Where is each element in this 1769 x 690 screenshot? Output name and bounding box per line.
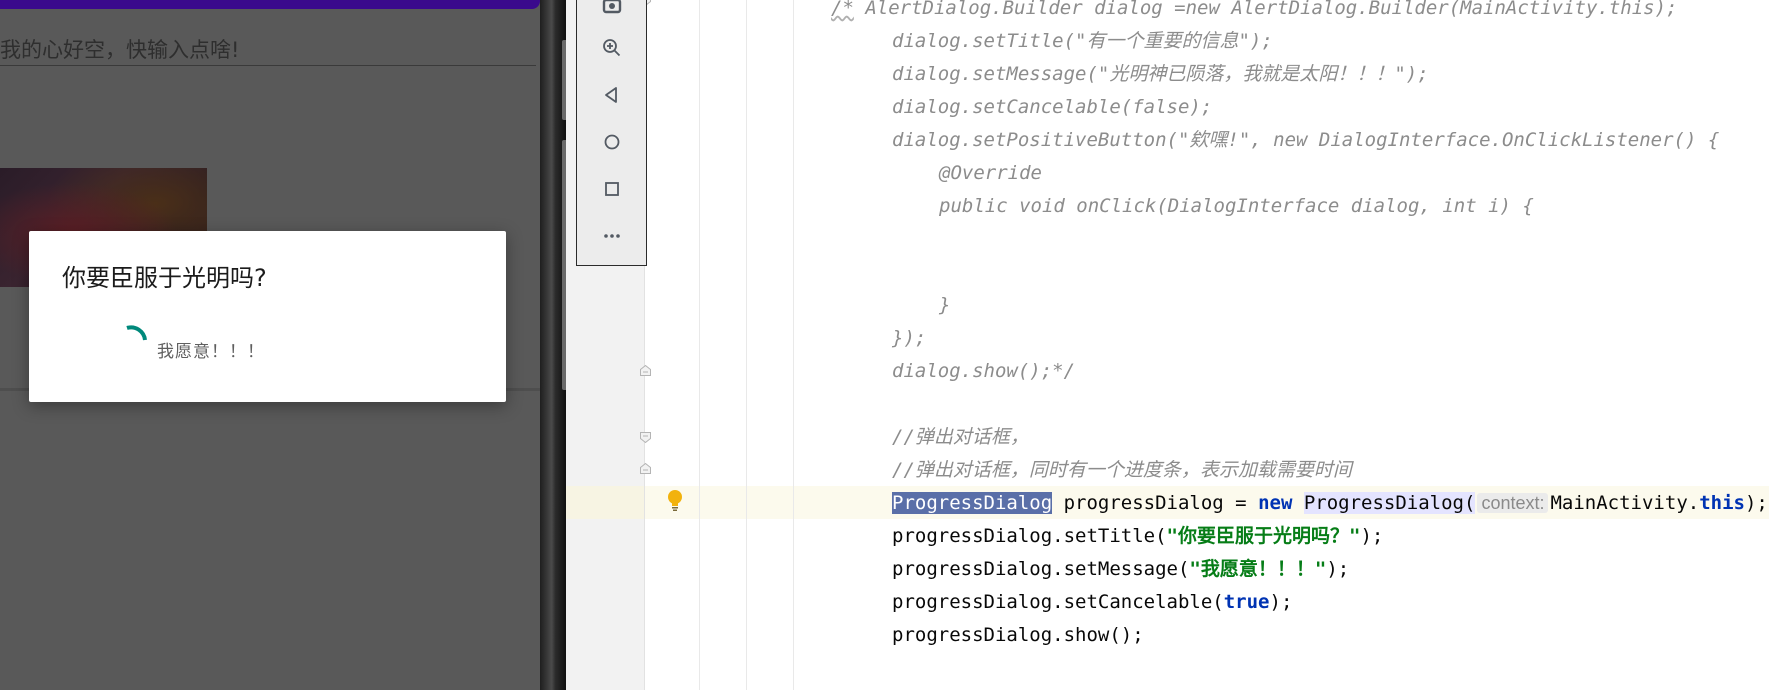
code-token: true <box>1223 591 1270 613</box>
fold-marker-icon[interactable] <box>639 364 652 377</box>
code-token: this <box>1699 492 1745 514</box>
overview-button[interactable] <box>577 169 646 209</box>
code-token: progressDialog.setCancelable( <box>892 591 1224 613</box>
more-button[interactable] <box>577 216 646 256</box>
code-line[interactable]: dialog.setCancelable(false); <box>892 91 1212 124</box>
code-token: ); <box>1360 525 1384 547</box>
code-line[interactable]: //弹出对话框，同时有一个进度条，表示加载需要时间 <box>892 454 1352 487</box>
code-line[interactable]: @Override <box>939 157 1042 190</box>
emulator-screen: 我的心好空，快输入点啥! 你要臣服于光明吗? 我愿意！！！ <box>0 0 540 690</box>
code-token: }); <box>892 327 927 349</box>
code-token: //弹出对话框， <box>892 426 1029 448</box>
code-line[interactable]: } <box>939 289 950 322</box>
fold-marker-icon[interactable] <box>639 431 652 444</box>
progress-dialog: 你要臣服于光明吗? 我愿意！！！ <box>29 231 506 402</box>
code-token: ); <box>1326 558 1350 580</box>
dialog-message: 我愿意！！！ <box>157 342 265 362</box>
indent-guide <box>746 0 747 690</box>
app-bar <box>0 0 540 9</box>
code-line[interactable]: progressDialog.show(); <box>892 619 1144 652</box>
code-token: dialog.show();*/ <box>892 360 1076 382</box>
code-line[interactable]: }); <box>892 322 926 355</box>
back-icon <box>604 87 617 103</box>
code-token: public void onClick(DialogInterface dial… <box>939 195 1534 217</box>
code-token: ); <box>1269 591 1293 613</box>
code-token: AlertDialog.Builder dialog =new AlertDia… <box>853 0 1678 19</box>
code-line[interactable]: dialog.setMessage("光明神已陨落，我就是太阳！！！"); <box>892 58 1429 91</box>
code-token: progressDialog.setMessage( <box>892 558 1190 580</box>
code-token: dialog.setTitle("有一个重要的信息"); <box>892 30 1273 52</box>
code-token: /* <box>831 0 854 19</box>
code-token: progressDialog = <box>1052 492 1259 514</box>
code-token: MainActivity. <box>1550 492 1700 514</box>
more-icon <box>603 234 620 238</box>
code-line[interactable]: dialog.setTitle("有一个重要的信息"); <box>892 25 1273 58</box>
code-token: dialog.setMessage("光明神已陨落，我就是太阳！！！"); <box>892 63 1429 85</box>
code-line[interactable]: dialog.setPositiveButton("欸嘿!", new Dial… <box>892 124 1719 157</box>
code-token: context: <box>1477 493 1549 513</box>
zoom-button[interactable] <box>577 28 646 68</box>
code-token: dialog.setCancelable(false); <box>892 96 1213 118</box>
indent-guide <box>699 0 700 690</box>
code-token: "你要臣服于光明吗？" <box>1166 525 1361 547</box>
home-button[interactable] <box>577 122 646 162</box>
code-line[interactable]: ProgressDialog progressDialog = new Prog… <box>892 487 1768 520</box>
edit-text-field[interactable]: 我的心好空，快输入点啥! <box>0 32 536 66</box>
dialog-title: 你要臣服于光明吗? <box>62 264 267 292</box>
code-line[interactable]: progressDialog.setMessage("我愿意！！！"); <box>892 553 1349 586</box>
edit-text-hint: 我的心好空，快输入点啥! <box>0 38 240 62</box>
camera-icon <box>602 0 621 14</box>
code-line[interactable]: dialog.show();*/ <box>892 355 1075 388</box>
home-icon <box>604 134 619 150</box>
overview-icon <box>604 182 619 196</box>
current-line-gutter-highlight <box>566 486 644 519</box>
code-line[interactable]: progressDialog.setTitle("你要臣服于光明吗？"); <box>892 520 1383 553</box>
zoom-icon <box>602 39 620 57</box>
fold-marker-icon[interactable] <box>639 462 652 475</box>
back-button[interactable] <box>577 75 646 115</box>
code-line[interactable]: public void onClick(DialogInterface dial… <box>939 190 1534 223</box>
screenshot-button[interactable] <box>577 0 646 26</box>
code-token: ProgressDialog <box>892 492 1053 514</box>
code-token: @Override <box>939 162 1042 184</box>
indent-guide <box>793 0 794 690</box>
code-line[interactable]: progressDialog.setCancelable(true); <box>892 586 1292 619</box>
code-token: } <box>939 294 951 316</box>
code-token: progressDialog.setTitle( <box>892 525 1167 547</box>
code-token: progressDialog.show(); <box>892 624 1144 646</box>
code-line[interactable]: //弹出对话框， <box>892 421 1029 454</box>
code-token: ProgressDialog( <box>1303 492 1476 514</box>
code-token: ); <box>1744 492 1768 514</box>
code-token: new <box>1258 492 1293 514</box>
code-line[interactable]: /* AlertDialog.Builder dialog =new Alert… <box>831 0 1678 25</box>
lightbulb-icon[interactable] <box>665 488 685 512</box>
emulator-toolbar <box>576 0 647 266</box>
progress-spinner-icon <box>126 325 147 341</box>
code-token: //弹出对话框，同时有一个进度条，表示加载需要时间 <box>892 459 1352 481</box>
code-token: "我愿意！！！" <box>1189 558 1327 580</box>
code-token: dialog.setPositiveButton("欸嘿!", new Dial… <box>892 129 1720 151</box>
